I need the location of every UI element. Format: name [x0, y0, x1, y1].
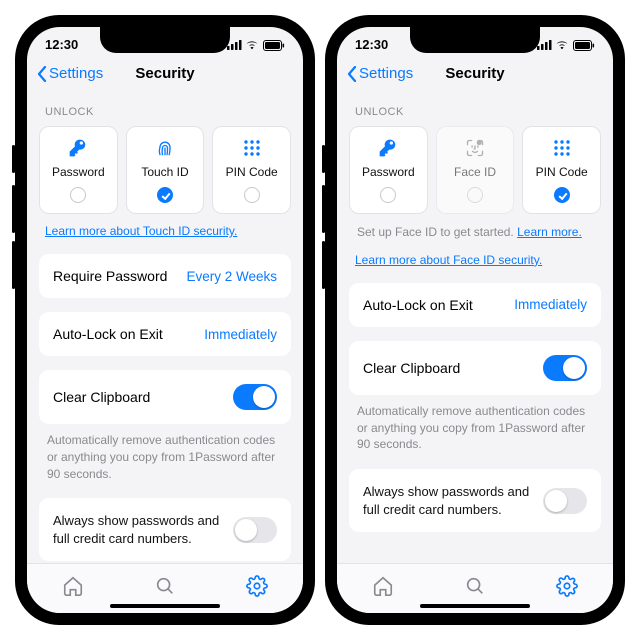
auto-lock-row[interactable]: Auto-Lock on Exit Immediately [39, 312, 291, 356]
unlock-option-label: Touch ID [131, 165, 200, 179]
back-button[interactable]: Settings [347, 65, 413, 82]
unlock-option-pin[interactable]: PIN Code [522, 126, 601, 214]
chevron-left-icon [347, 66, 357, 82]
tab-home[interactable] [62, 575, 84, 602]
faceid-setup-link[interactable]: Learn more. [517, 225, 582, 239]
always-reveal-toggle[interactable] [543, 488, 587, 514]
page-title: Security [445, 65, 504, 82]
home-icon [62, 575, 84, 597]
row-value: Immediately [204, 327, 277, 342]
radio-unselected[interactable] [467, 187, 483, 203]
unlock-option-pin[interactable]: PIN Code [212, 126, 291, 214]
unlock-section-label: UNLOCK [349, 92, 601, 126]
row-label: Clear Clipboard [363, 360, 460, 376]
unlock-option-label: PIN Code [527, 165, 596, 179]
unlock-section-label: UNLOCK [39, 92, 291, 126]
phone-left: 12:30 Settings Security UNLOCK Password [15, 15, 315, 625]
home-indicator[interactable] [110, 604, 220, 608]
always-reveal-row: Always show passwords and full credit ca… [39, 498, 291, 561]
clipboard-note: Automatically remove authentication code… [39, 424, 291, 484]
tab-search[interactable] [464, 575, 486, 602]
faceid-setup-note: Set up Face ID to get started. Learn mor… [349, 214, 601, 243]
gear-icon [556, 575, 578, 597]
radio-selected[interactable] [157, 187, 173, 203]
page-title: Security [135, 65, 194, 82]
tab-settings[interactable] [556, 575, 578, 602]
row-value: Immediately [514, 297, 587, 312]
unlock-option-touchid[interactable]: Touch ID [126, 126, 205, 214]
row-label: Clear Clipboard [53, 389, 150, 405]
radio-unselected[interactable] [380, 187, 396, 203]
radio-selected[interactable] [554, 187, 570, 203]
faceid-setup-text: Set up Face ID to get started. [357, 225, 517, 239]
unlock-options: Password Touch ID PIN Code [39, 126, 291, 214]
row-label: Always show passwords and full credit ca… [53, 512, 233, 547]
always-reveal-row: Always show passwords and full credit ca… [349, 469, 601, 532]
key-icon [44, 137, 113, 159]
status-icons [227, 37, 285, 52]
unlock-option-password[interactable]: Password [349, 126, 428, 214]
back-label: Settings [359, 65, 413, 82]
clear-clipboard-toggle[interactable] [233, 384, 277, 410]
require-password-row[interactable]: Require Password Every 2 Weeks [39, 254, 291, 298]
unlock-option-label: Password [354, 165, 423, 179]
status-time: 12:30 [355, 37, 388, 52]
search-icon [154, 575, 176, 597]
keypad-icon [527, 137, 596, 159]
tab-home[interactable] [372, 575, 394, 602]
unlock-options: Password 1 Face ID PIN Code [349, 126, 601, 214]
row-value: Every 2 Weeks [186, 269, 277, 284]
radio-unselected[interactable] [70, 187, 86, 203]
clipboard-note: Automatically remove authentication code… [349, 395, 601, 455]
tab-settings[interactable] [246, 575, 268, 602]
back-button[interactable]: Settings [37, 65, 103, 82]
unlock-option-label: Face ID [441, 165, 510, 179]
clear-clipboard-toggle[interactable] [543, 355, 587, 381]
fingerprint-icon [131, 137, 200, 159]
svg-text:1: 1 [478, 141, 480, 145]
row-label: Always show passwords and full credit ca… [363, 483, 543, 518]
key-icon [354, 137, 423, 159]
chevron-left-icon [37, 66, 47, 82]
tab-search[interactable] [154, 575, 176, 602]
faceid-icon: 1 [441, 137, 510, 159]
status-icons [537, 37, 595, 52]
clear-clipboard-row: Clear Clipboard [39, 370, 291, 424]
nav-bar: Settings Security [337, 61, 613, 92]
phone-right: 12:30 Settings Security UNLOCK Password [325, 15, 625, 625]
learn-more-faceid-link[interactable]: Learn more about Face ID security. [349, 243, 601, 269]
row-label: Auto-Lock on Exit [363, 297, 473, 313]
back-label: Settings [49, 65, 103, 82]
nav-bar: Settings Security [27, 61, 303, 92]
search-icon [464, 575, 486, 597]
notch [410, 27, 540, 53]
auto-lock-row[interactable]: Auto-Lock on Exit Immediately [349, 283, 601, 327]
row-label: Require Password [53, 268, 167, 284]
home-icon [372, 575, 394, 597]
always-reveal-toggle[interactable] [233, 517, 277, 543]
gear-icon [246, 575, 268, 597]
notch [100, 27, 230, 53]
keypad-icon [217, 137, 286, 159]
home-indicator[interactable] [420, 604, 530, 608]
radio-unselected[interactable] [244, 187, 260, 203]
learn-more-touchid-link[interactable]: Learn more about Touch ID security. [39, 214, 291, 240]
clear-clipboard-row: Clear Clipboard [349, 341, 601, 395]
unlock-option-label: Password [44, 165, 113, 179]
unlock-option-label: PIN Code [217, 165, 286, 179]
unlock-option-faceid[interactable]: 1 Face ID [436, 126, 515, 214]
unlock-option-password[interactable]: Password [39, 126, 118, 214]
status-time: 12:30 [45, 37, 78, 52]
row-label: Auto-Lock on Exit [53, 326, 163, 342]
